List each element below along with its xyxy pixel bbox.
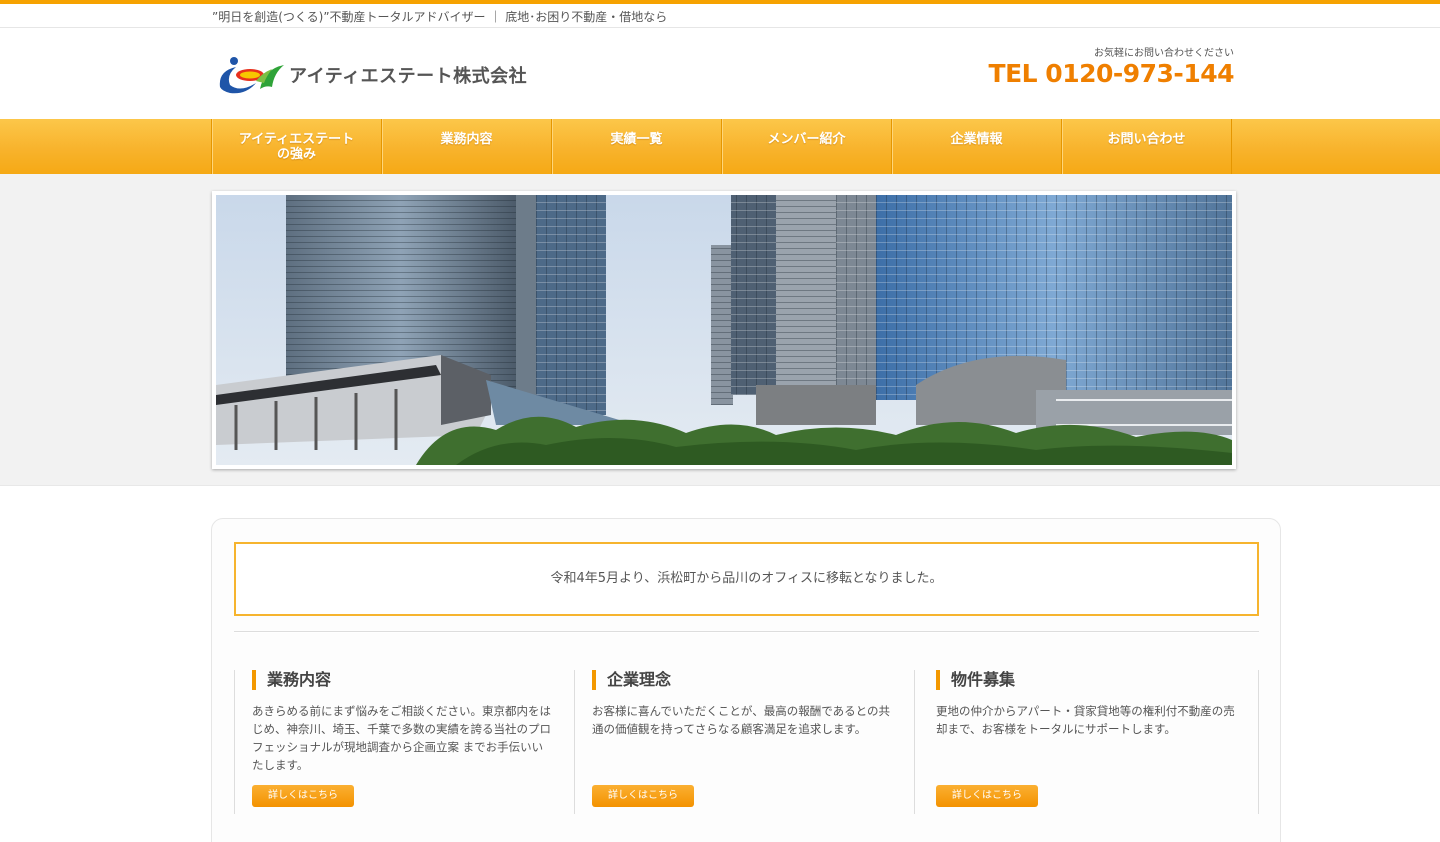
nav-item-strengths[interactable]: アイティエステート の強み (212, 119, 382, 174)
nav-item-label: 業務内容 (440, 132, 493, 147)
logo-mark-icon (219, 57, 284, 94)
nav-item-label: メンバー紹介 (767, 132, 846, 147)
notice-box: 令和4年5月より、浜松町から品川のオフィスに移転となりました。 (234, 542, 1259, 616)
company-name: アイティエステート株式会社 (289, 66, 528, 87)
details-button[interactable]: 詳しくはこちら (592, 785, 694, 807)
column-title: 企業理念 (592, 670, 671, 690)
tagline-bar: ”明日を創造(つくる)”不動産トータルアドバイザー ｜ 底地･お困り不動産・借地… (0, 4, 1440, 28)
hero-band (0, 174, 1440, 486)
global-nav: アイティエステート の強み 業務内容 実績一覧 メンバー紹介 企業情報 お問い合… (0, 119, 1440, 174)
contact-note: お気軽にお問い合わせください (1094, 48, 1234, 59)
nav-item-company[interactable]: 企業情報 (892, 119, 1062, 174)
nav-item-label-line2: の強み (276, 147, 316, 162)
details-button[interactable]: 詳しくはこちら (936, 785, 1038, 807)
column-divider (914, 670, 915, 814)
column-divider (1258, 670, 1259, 814)
details-button[interactable]: 詳しくはこちら (252, 785, 354, 807)
main-content: 令和4年5月より、浜松町から品川のオフィスに移転となりました。 業務内容 あきら… (211, 518, 1281, 842)
column-text: あきらめる前にまず悩みをご相談ください。東京都内をはじめ、神奈川、埼玉、千葉で多… (252, 704, 551, 772)
nav-item-label: 実績一覧 (610, 132, 663, 147)
site-header: アイティエステート株式会社 お気軽にお問い合わせください TEL 0120-97… (0, 29, 1440, 119)
nav-item-members[interactable]: メンバー紹介 (722, 119, 892, 174)
hero-cityscape-image (216, 195, 1232, 465)
column-property-wanted: 物件募集 更地の仲介からアパート・貸家貸地等の権利付不動産の売却まで、お客様をト… (918, 670, 1236, 814)
nav-item-label: アイティエステート (238, 132, 355, 147)
phone-number[interactable]: TEL 0120-973-144 (989, 59, 1235, 88)
nav-item-label: 企業情報 (950, 132, 1003, 147)
column-text: お客様に喜んでいただくことが、最高の報酬であるとの共通の価値観を持ってさらなる顧… (592, 704, 890, 736)
column-services: 業務内容 あきらめる前にまず悩みをご相談ください。東京都内をはじめ、神奈川、埼玉… (234, 670, 552, 814)
column-title: 業務内容 (252, 670, 331, 690)
company-logo[interactable]: アイティエステート株式会社 (216, 53, 536, 97)
nav-item-label: お問い合わせ (1107, 132, 1186, 147)
column-text: 更地の仲介からアパート・貸家貸地等の権利付不動産の売却まで、お客様をトータルにサ… (936, 704, 1235, 736)
nav-item-results[interactable]: 実績一覧 (552, 119, 722, 174)
nav-item-services[interactable]: 業務内容 (382, 119, 552, 174)
column-philosophy: 企業理念 お客様に喜んでいただくことが、最高の報酬であるとの共通の価値観を持って… (574, 670, 892, 814)
nav-item-contact[interactable]: お問い合わせ (1062, 119, 1232, 174)
section-divider (234, 631, 1259, 633)
hero-frame (212, 191, 1236, 469)
site-tagline: ”明日を創造(つくる)”不動産トータルアドバイザー ｜ 底地･お困り不動産・借地… (212, 10, 668, 24)
column-title: 物件募集 (936, 670, 1015, 690)
